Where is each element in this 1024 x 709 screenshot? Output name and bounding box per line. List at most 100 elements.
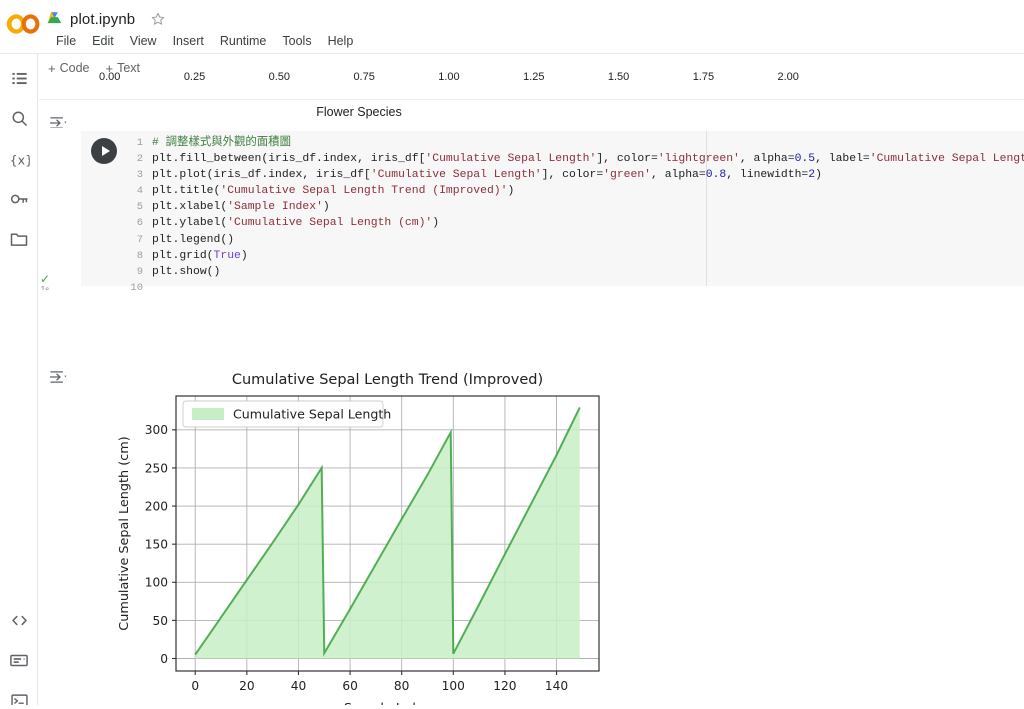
code-token: 'Cumulative Sepal Length (cm)' — [227, 217, 433, 230]
code-token: 'Cumulative Sepal Length' — [370, 169, 542, 182]
colab-logo[interactable] — [6, 10, 44, 38]
code-snippets-icon[interactable] — [7, 608, 31, 632]
code-token: 0.8 — [705, 169, 727, 182]
code-token: 'green' — [603, 169, 652, 182]
code-line: 9 plt.show() — [125, 264, 1024, 280]
code-line: 4 plt.title('Cumulative Sepal Length Tren… — [125, 183, 1024, 199]
play-icon — [101, 146, 110, 156]
x-tick-label: 100 — [442, 679, 465, 693]
left-sidebar-rail: {x} — [0, 54, 38, 709]
code-token: ) — [240, 249, 248, 262]
x-tick-label: 120 — [493, 679, 516, 693]
code-line: 8 plt.grid(True) — [125, 248, 1024, 264]
secrets-key-icon[interactable] — [7, 187, 31, 211]
code-token: plt.grid( — [152, 249, 214, 262]
code-token: ) — [432, 217, 440, 230]
search-icon[interactable] — [7, 106, 31, 130]
code-text[interactable]: 1 # 調整樣式與外觀的面積圖 2 plt.fill_between(iris_df.… — [125, 135, 1024, 296]
bottom-band — [0, 705, 1024, 709]
prev-tick: 1.00 — [438, 71, 460, 83]
code-token: , linewidth= — [726, 169, 809, 182]
prev-tick: 2.00 — [777, 71, 799, 83]
code-token: plt.plot(iris_df.index, iris_df[ — [152, 169, 371, 182]
code-token: 'Cumulative Sepal Length Trend (Improved… — [220, 185, 508, 198]
code-line: 2 plt.fill_between(iris_df.index, iris_df… — [125, 151, 1024, 167]
command-palette-icon[interactable] — [7, 648, 31, 672]
code-line: 3 plt.plot(iris_df.index, iris_df['Cumula… — [125, 167, 1024, 183]
cell-output: Cumulative Sepal Length Trend (Improved)… — [39, 290, 1024, 709]
previous-chart-xticks: 0.00 0.25 0.50 0.75 1.00 1.25 1.50 1.75 … — [99, 71, 799, 85]
menu-edit[interactable]: Edit — [84, 31, 122, 51]
line-number: 2 — [136, 153, 143, 166]
x-tick-label: 80 — [394, 679, 410, 693]
notebook-title[interactable]: plot.ipynb — [70, 11, 135, 28]
code-token: 'Sample Index' — [227, 201, 323, 214]
line-number: 5 — [136, 201, 143, 214]
x-tick-label: 0 — [191, 679, 199, 693]
colab-window: plot.ipynb File Edit View Insert Runtime… — [0, 0, 1024, 709]
y-tick-label: 50 — [152, 614, 168, 628]
x-tick-label: 140 — [545, 679, 568, 693]
line-number: 9 — [136, 265, 143, 278]
prev-tick: 0.25 — [183, 71, 206, 83]
table-of-contents-icon[interactable] — [7, 66, 31, 90]
y-tick-label: 250 — [145, 461, 168, 475]
prev-tick: 1.75 — [692, 71, 715, 83]
y-tick-label: 100 — [145, 576, 168, 590]
output-options-icon[interactable] — [48, 368, 70, 386]
code-token: plt.fill_between(iris_df.index, iris_df[ — [152, 153, 426, 166]
matplotlib-figure: Cumulative Sepal Length Trend (Improved)… — [84, 366, 604, 709]
previous-cell-output: 0.00 0.25 0.50 0.75 1.00 1.25 1.50 1.75 … — [39, 71, 1024, 128]
code-line: 7 plt.legend() — [125, 232, 1024, 248]
code-cell: ✓ 1s 1# 調整樣式與外觀的面積圖2plt.fill_between(iri… — [39, 131, 1024, 294]
menu-file[interactable]: File — [48, 31, 84, 51]
code-line: 5 plt.xlabel('Sample Index') — [125, 199, 1024, 215]
x-tick-label: 60 — [342, 679, 358, 693]
line-number: 7 — [136, 233, 143, 246]
menu-help[interactable]: Help — [320, 31, 362, 51]
chart-title: Cumulative Sepal Length Trend (Improved) — [232, 372, 543, 388]
y-tick-label: 150 — [145, 538, 168, 552]
y-tick-label: 300 — [145, 423, 168, 437]
code-token: 'Cumulative Sepal Length' — [425, 153, 597, 166]
success-check-icon: ✓ — [39, 272, 51, 286]
code-token: plt.xlabel( — [152, 201, 228, 214]
y-tick-label: 0 — [160, 652, 168, 666]
code-token: ) — [322, 201, 330, 214]
code-editor[interactable]: 1 # 調整樣式與外觀的面積圖 2 plt.fill_between(iris_df.… — [81, 131, 1024, 294]
output-divider — [39, 99, 1024, 100]
star-icon[interactable] — [150, 11, 166, 27]
drive-icon — [47, 11, 62, 24]
notebook-area: + Code + Text 0.00 0.25 0.50 0.75 1.00 1… — [39, 54, 1024, 709]
prev-tick: 0.75 — [353, 71, 375, 83]
menu-runtime[interactable]: Runtime — [212, 31, 275, 51]
code-token: , label= — [815, 153, 870, 166]
notebook-title-row: plot.ipynb — [46, 6, 166, 32]
run-cell-button[interactable] — [91, 138, 117, 164]
menu-insert[interactable]: Insert — [165, 31, 212, 51]
prev-tick: 1.25 — [523, 71, 545, 83]
code-token: True — [213, 249, 241, 262]
line-number: 3 — [136, 169, 143, 182]
code-token: plt.title( — [152, 185, 221, 198]
line-number: 4 — [136, 185, 143, 198]
files-folder-icon[interactable] — [7, 227, 31, 251]
x-tick-label: 20 — [239, 679, 255, 693]
code-token: 0.5 — [794, 153, 816, 166]
app-header: plot.ipynb File Edit View Insert Runtime… — [0, 0, 1024, 54]
x-tick-label: 40 — [291, 679, 307, 693]
menu-tools[interactable]: Tools — [274, 31, 319, 51]
code-token: plt.legend() — [152, 233, 235, 246]
line-number: 8 — [136, 249, 143, 262]
output-options-icon[interactable] — [48, 114, 70, 128]
prev-tick: 0.50 — [268, 71, 291, 83]
code-token: ], color= — [596, 153, 658, 166]
menu-view[interactable]: View — [122, 31, 165, 51]
menu-bar: File Edit View Insert Runtime Tools Help — [48, 31, 361, 51]
legend-swatch — [192, 408, 224, 420]
code-token: # 調整樣式與外觀的面積圖 — [152, 137, 291, 149]
prev-tick: 1.50 — [607, 71, 630, 83]
code-line: 6 plt.ylabel('Cumulative Sepal Length (cm… — [125, 215, 1024, 231]
variables-icon[interactable]: {x} — [7, 147, 31, 171]
code-token: , alpha= — [651, 169, 706, 182]
